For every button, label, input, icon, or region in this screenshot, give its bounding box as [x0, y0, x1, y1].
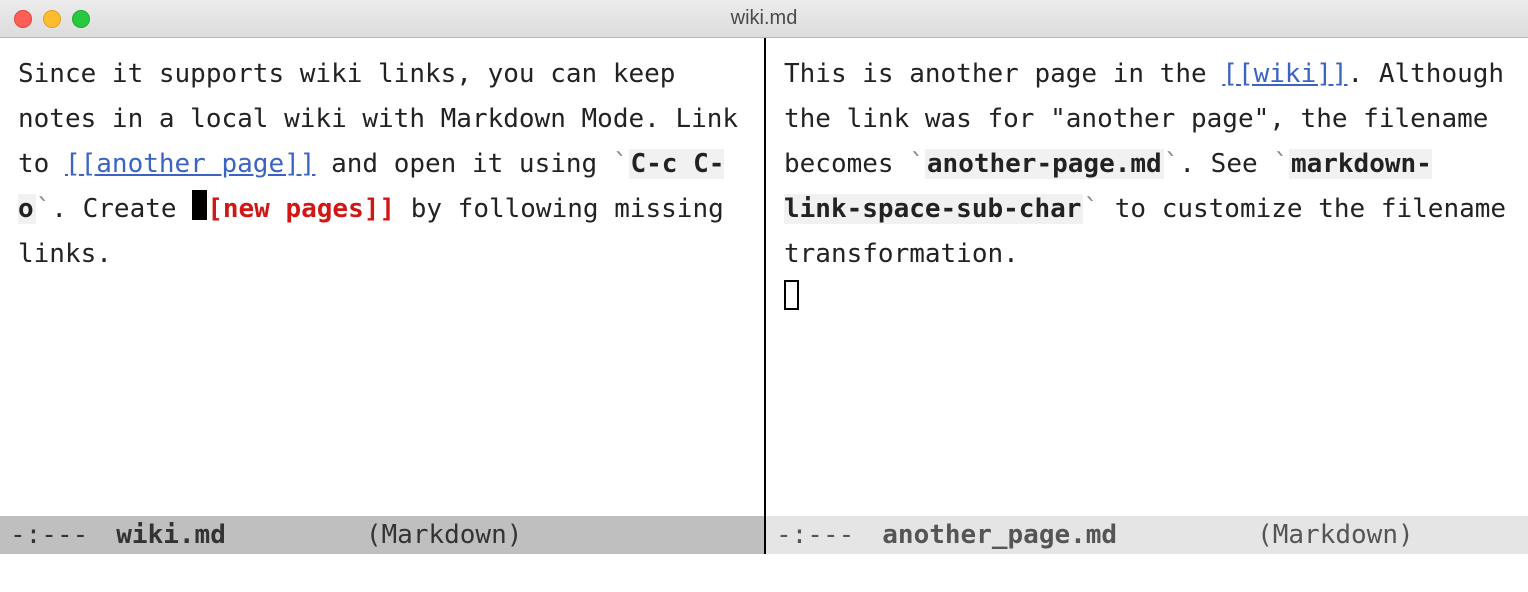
- wiki-link-another-page[interactable]: [[another page]]: [65, 149, 315, 179]
- backtick: `: [36, 194, 52, 224]
- mode-line-filename: another_page.md: [882, 520, 1117, 550]
- minimize-icon[interactable]: [43, 10, 61, 28]
- backtick: `: [1273, 149, 1289, 179]
- inline-code: another-page.md: [925, 149, 1164, 179]
- mode-line-status: -:---: [776, 520, 854, 550]
- mode-line-status: -:---: [10, 520, 88, 550]
- text: . See: [1179, 149, 1273, 179]
- text: . Create: [51, 194, 192, 224]
- backtick: `: [1083, 194, 1099, 224]
- minibuffer[interactable]: [0, 554, 1528, 592]
- window-title: wiki.md: [0, 7, 1528, 30]
- left-pane[interactable]: Since it supports wiki links, you can ke…: [0, 38, 764, 554]
- right-mode-line[interactable]: -:--- another_page.md (Markdown): [766, 516, 1528, 554]
- right-pane[interactable]: This is another page in the [[wiki]]. Al…: [764, 38, 1528, 554]
- wiki-link-wiki[interactable]: [[wiki]]: [1222, 59, 1347, 89]
- text: This is another page in the: [784, 59, 1222, 89]
- left-buffer[interactable]: Since it supports wiki links, you can ke…: [0, 38, 764, 516]
- inactive-cursor-icon: [784, 280, 799, 310]
- backtick: `: [613, 149, 629, 179]
- point-cursor-icon: [192, 190, 207, 220]
- backtick: `: [909, 149, 925, 179]
- window-titlebar: wiki.md: [0, 0, 1528, 38]
- editor-split: Since it supports wiki links, you can ke…: [0, 38, 1528, 554]
- wiki-link-missing-new-pages[interactable]: [new pages]]: [207, 194, 395, 224]
- maximize-icon[interactable]: [72, 10, 90, 28]
- left-mode-line[interactable]: -:--- wiki.md (Markdown): [0, 516, 764, 554]
- backtick: `: [1164, 149, 1180, 179]
- mode-line-major-mode: (Markdown): [1257, 520, 1414, 550]
- right-buffer[interactable]: This is another page in the [[wiki]]. Al…: [766, 38, 1528, 516]
- close-icon[interactable]: [14, 10, 32, 28]
- mode-line-major-mode: (Markdown): [366, 520, 523, 550]
- traffic-lights: [0, 10, 90, 28]
- mode-line-filename: wiki.md: [116, 520, 226, 550]
- text: and open it using: [315, 149, 612, 179]
